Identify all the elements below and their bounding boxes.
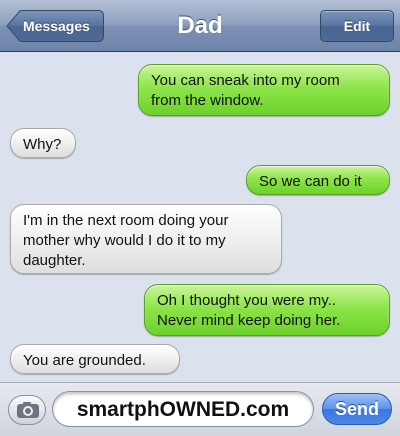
message-bubble-sent[interactable]: So we can do it — [246, 165, 390, 195]
camera-button[interactable] — [8, 395, 46, 425]
text-field-content: smartphOWNED.com — [76, 398, 290, 421]
message-text: I'm in the next room doing your mother w… — [23, 212, 229, 269]
message-bubble-sent[interactable]: You can sneak into my room from the wind… — [138, 64, 390, 116]
message-text-field[interactable]: smartphOWNED.com — [52, 391, 314, 427]
message-bubble-sent[interactable]: Oh I thought you were my.. Never mind ke… — [144, 284, 390, 336]
send-button[interactable]: Send — [322, 393, 392, 425]
message-text: You are grounded. — [23, 352, 146, 369]
message-bubble-received[interactable]: Why? — [10, 128, 76, 158]
message-thread[interactable]: You can sneak into my room from the wind… — [0, 52, 400, 382]
edit-button[interactable]: Edit — [320, 10, 394, 42]
navigation-bar: Messages Dad Edit — [0, 0, 400, 52]
message-text: Oh I thought you were my.. Never mind ke… — [157, 292, 341, 329]
message-text: Why? — [23, 136, 62, 153]
message-text: So we can do it — [259, 173, 362, 190]
message-text: You can sneak into my room from the wind… — [151, 72, 340, 109]
message-input-bar: smartphOWNED.com Send — [0, 382, 400, 436]
message-bubble-received[interactable]: You are grounded. — [10, 344, 180, 374]
message-bubble-received[interactable]: I'm in the next room doing your mother w… — [10, 204, 282, 274]
camera-icon — [17, 402, 39, 418]
